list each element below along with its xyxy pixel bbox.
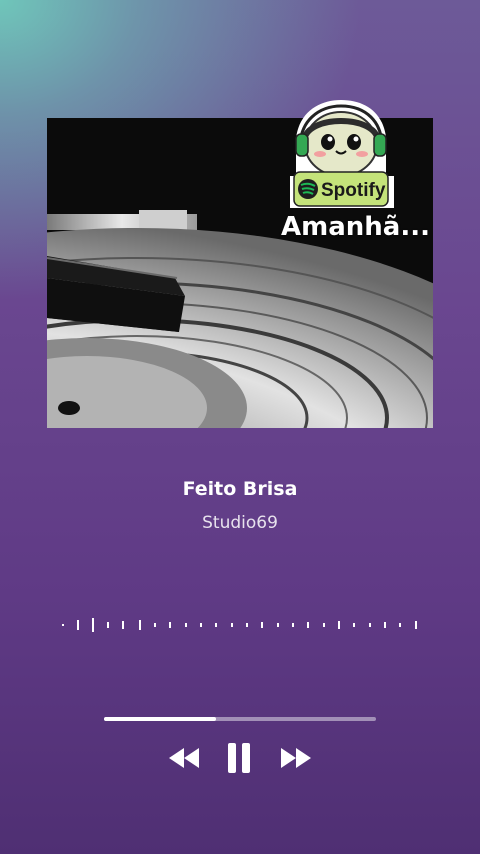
waveform-bar xyxy=(169,622,171,628)
waveform-bar xyxy=(62,624,64,626)
fast-forward-icon[interactable] xyxy=(279,738,313,778)
waveform-bar xyxy=(200,623,202,627)
waveform-bar xyxy=(139,620,141,630)
waveform-bar xyxy=(107,622,109,628)
spotify-badge-text: Spotify xyxy=(321,180,386,201)
song-artist: Studio69 xyxy=(202,513,278,533)
waveform-bar xyxy=(154,623,156,627)
waveform-bar xyxy=(307,622,309,628)
song-title: Feito Brisa xyxy=(182,478,298,500)
waveform-bar xyxy=(185,623,187,627)
waveform-bar xyxy=(384,622,386,628)
progress-bar-fill xyxy=(104,717,216,721)
waveform-bar xyxy=(338,621,340,629)
waveform-bar xyxy=(415,621,417,629)
rewind-icon[interactable] xyxy=(167,738,201,778)
pause-icon[interactable] xyxy=(224,738,254,778)
waveform-bar xyxy=(77,620,79,630)
waveform-bar xyxy=(231,623,233,627)
waveform-bar xyxy=(292,623,294,627)
waveform-bar xyxy=(277,623,279,627)
artwork-overlay-text: Amanhã... xyxy=(281,212,430,242)
progress-bar[interactable] xyxy=(104,717,376,721)
waveform-bar xyxy=(215,623,217,627)
waveform-bar xyxy=(323,623,325,627)
waveform-bar xyxy=(369,623,371,627)
waveform-bar xyxy=(246,623,248,627)
waveform-bar xyxy=(122,621,124,629)
spotify-mascot-sticker: Spotify xyxy=(286,96,396,214)
waveform-bar xyxy=(353,623,355,627)
audio-waveform xyxy=(62,618,417,632)
waveform-bar xyxy=(399,623,401,627)
waveform-bar xyxy=(92,618,94,632)
waveform-bar xyxy=(261,622,263,628)
playback-controls xyxy=(0,738,480,778)
